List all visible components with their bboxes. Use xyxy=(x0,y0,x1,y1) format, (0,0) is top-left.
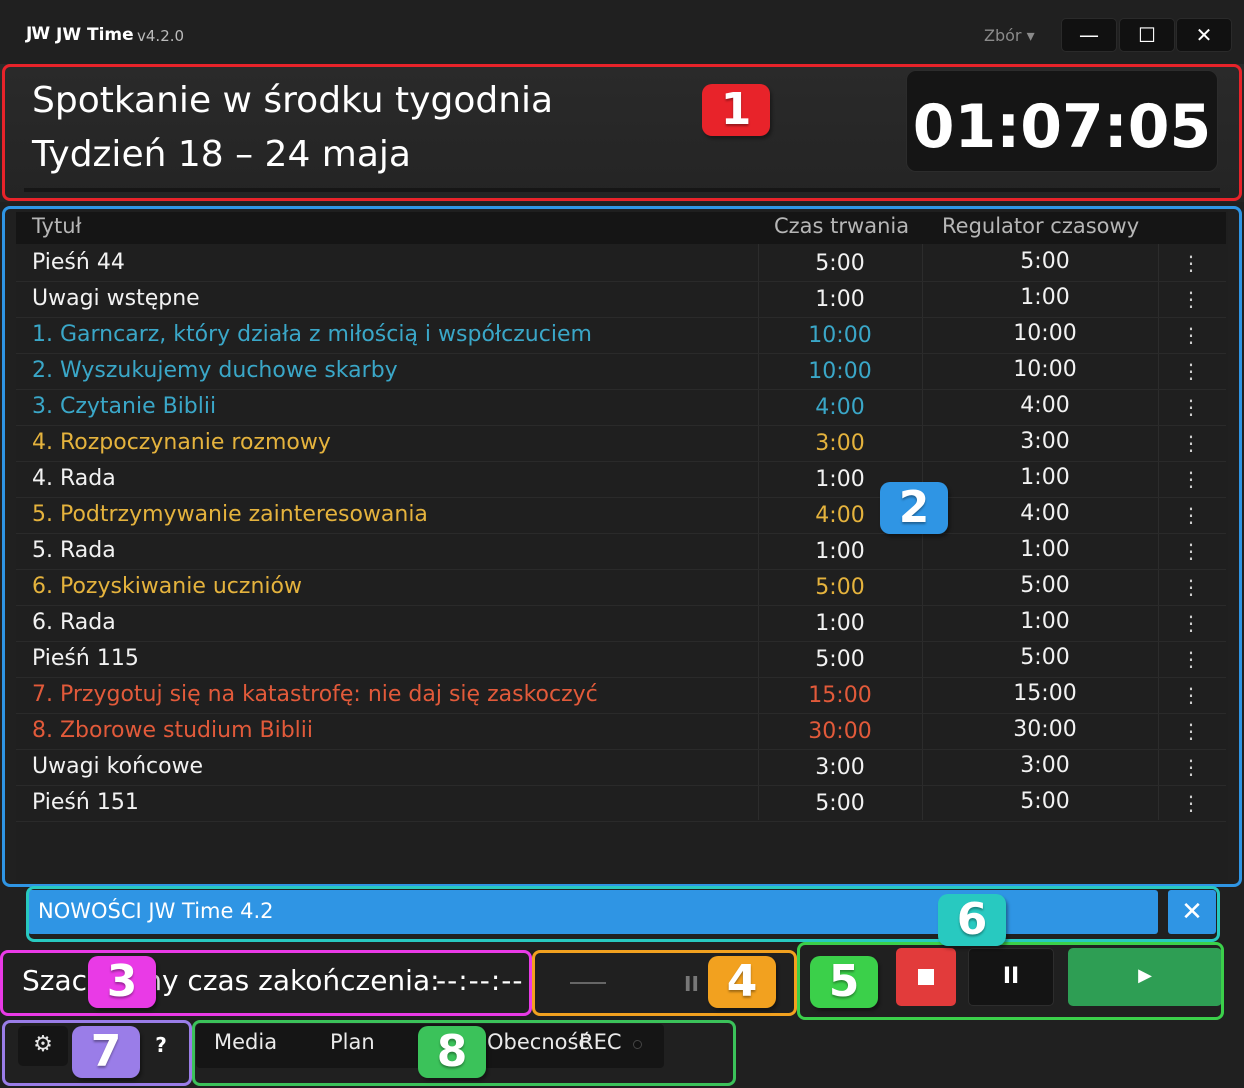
annotation-badge-2: 2 xyxy=(880,482,948,534)
annotation-badge-7: 7 xyxy=(72,1026,140,1078)
annotation-badge-6: 6 xyxy=(938,894,1006,946)
app-version: v4.2.0 xyxy=(137,27,185,45)
maximize-button[interactable]: ☐ xyxy=(1119,18,1175,52)
annotation-badge-4: 4 xyxy=(708,956,776,1008)
annotation-badge-8: 8 xyxy=(418,1026,486,1078)
congregation-dropdown[interactable]: Zbór ▾ xyxy=(984,26,1035,45)
minimize-button[interactable]: — xyxy=(1061,18,1117,52)
annotation-badge-5: 5 xyxy=(810,956,878,1008)
annotation-frame-1 xyxy=(2,64,1242,201)
title-bar xyxy=(0,0,1244,66)
app-logo: JW xyxy=(26,24,50,44)
app-name: JW Time xyxy=(56,25,134,45)
close-window-button[interactable]: ✕ xyxy=(1176,18,1232,52)
annotation-frame-6 xyxy=(26,886,1220,942)
annotation-frame-3 xyxy=(0,950,532,1016)
annotation-badge-1: 1 xyxy=(702,84,770,136)
annotation-badge-3: 3 xyxy=(88,956,156,1008)
annotation-frame-2 xyxy=(2,206,1242,887)
